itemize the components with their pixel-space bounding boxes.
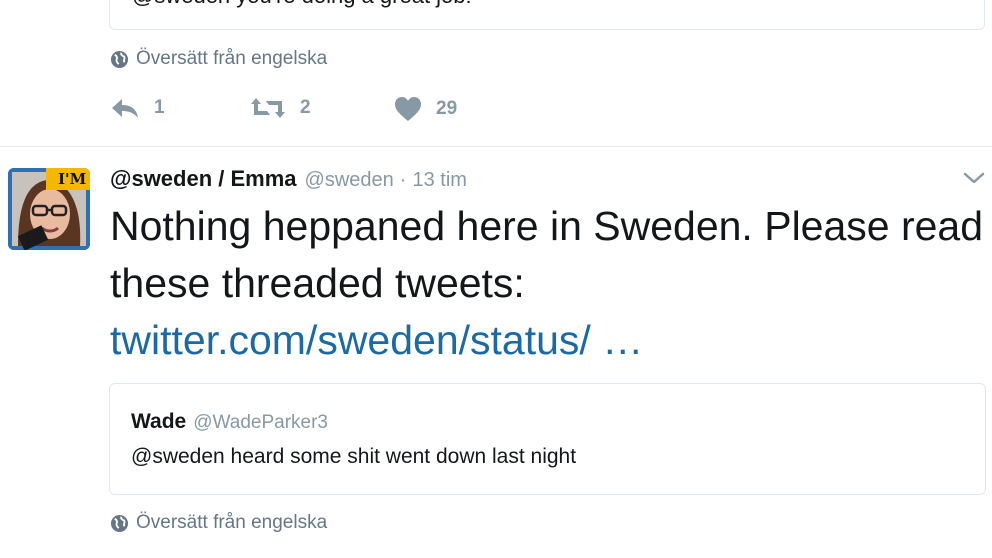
reply-icon [112, 99, 138, 118]
previous-quoted-tweet[interactable]: @sweden you're doing a great job! [109, 0, 985, 30]
quoted-tweet-header: Wade @WadeParker3 [131, 410, 328, 434]
header-separator: · [399, 169, 407, 191]
avatar-badge: I'M [58, 170, 87, 188]
translate-link[interactable]: Översätt från engelska [110, 512, 327, 534]
quoted-author-handle: @WadeParker3 [193, 412, 328, 433]
reply-count: 1 [154, 97, 165, 118]
tweet-body: Nothing heppaned here in Sweden. Please … [110, 203, 984, 306]
translate-link-previous[interactable]: Översätt från engelska [110, 48, 327, 70]
quoted-author-name: Wade [131, 410, 187, 433]
tweet-timestamp[interactable]: 13 tim [412, 169, 466, 192]
tweet-link[interactable]: twitter.com/sweden/status/ … [110, 317, 643, 363]
heart-icon [395, 97, 421, 121]
globe-icon [110, 514, 129, 532]
tweet-divider [0, 146, 992, 147]
translate-label: Översätt från engelska [136, 512, 328, 533]
tweet-header: @sweden / Emma @sweden · 13 tim [110, 166, 467, 194]
chevron-down-icon[interactable] [962, 170, 986, 186]
quoted-tweet-text: @sweden heard some shit went down last n… [131, 445, 577, 468]
retweet-count: 2 [300, 97, 311, 118]
author-handle[interactable]: @sweden [305, 169, 394, 192]
retweet-button[interactable]: 2 [250, 96, 311, 120]
previous-quoted-text: @sweden you're doing a great job! [132, 0, 472, 9]
globe-icon [110, 50, 129, 68]
tweet-text: Nothing heppaned here in Sweden. Please … [110, 198, 990, 369]
retweet-icon [251, 98, 285, 118]
reply-button[interactable]: 1 [110, 96, 165, 120]
avatar[interactable]: I'M [8, 168, 90, 250]
like-button[interactable]: 29 [394, 96, 457, 122]
quoted-tweet[interactable]: Wade @WadeParker3 @sweden heard some shi… [109, 383, 986, 495]
like-count: 29 [436, 98, 458, 119]
author-name[interactable]: @sweden / Emma [110, 166, 297, 192]
translate-label: Översätt från engelska [136, 48, 328, 69]
